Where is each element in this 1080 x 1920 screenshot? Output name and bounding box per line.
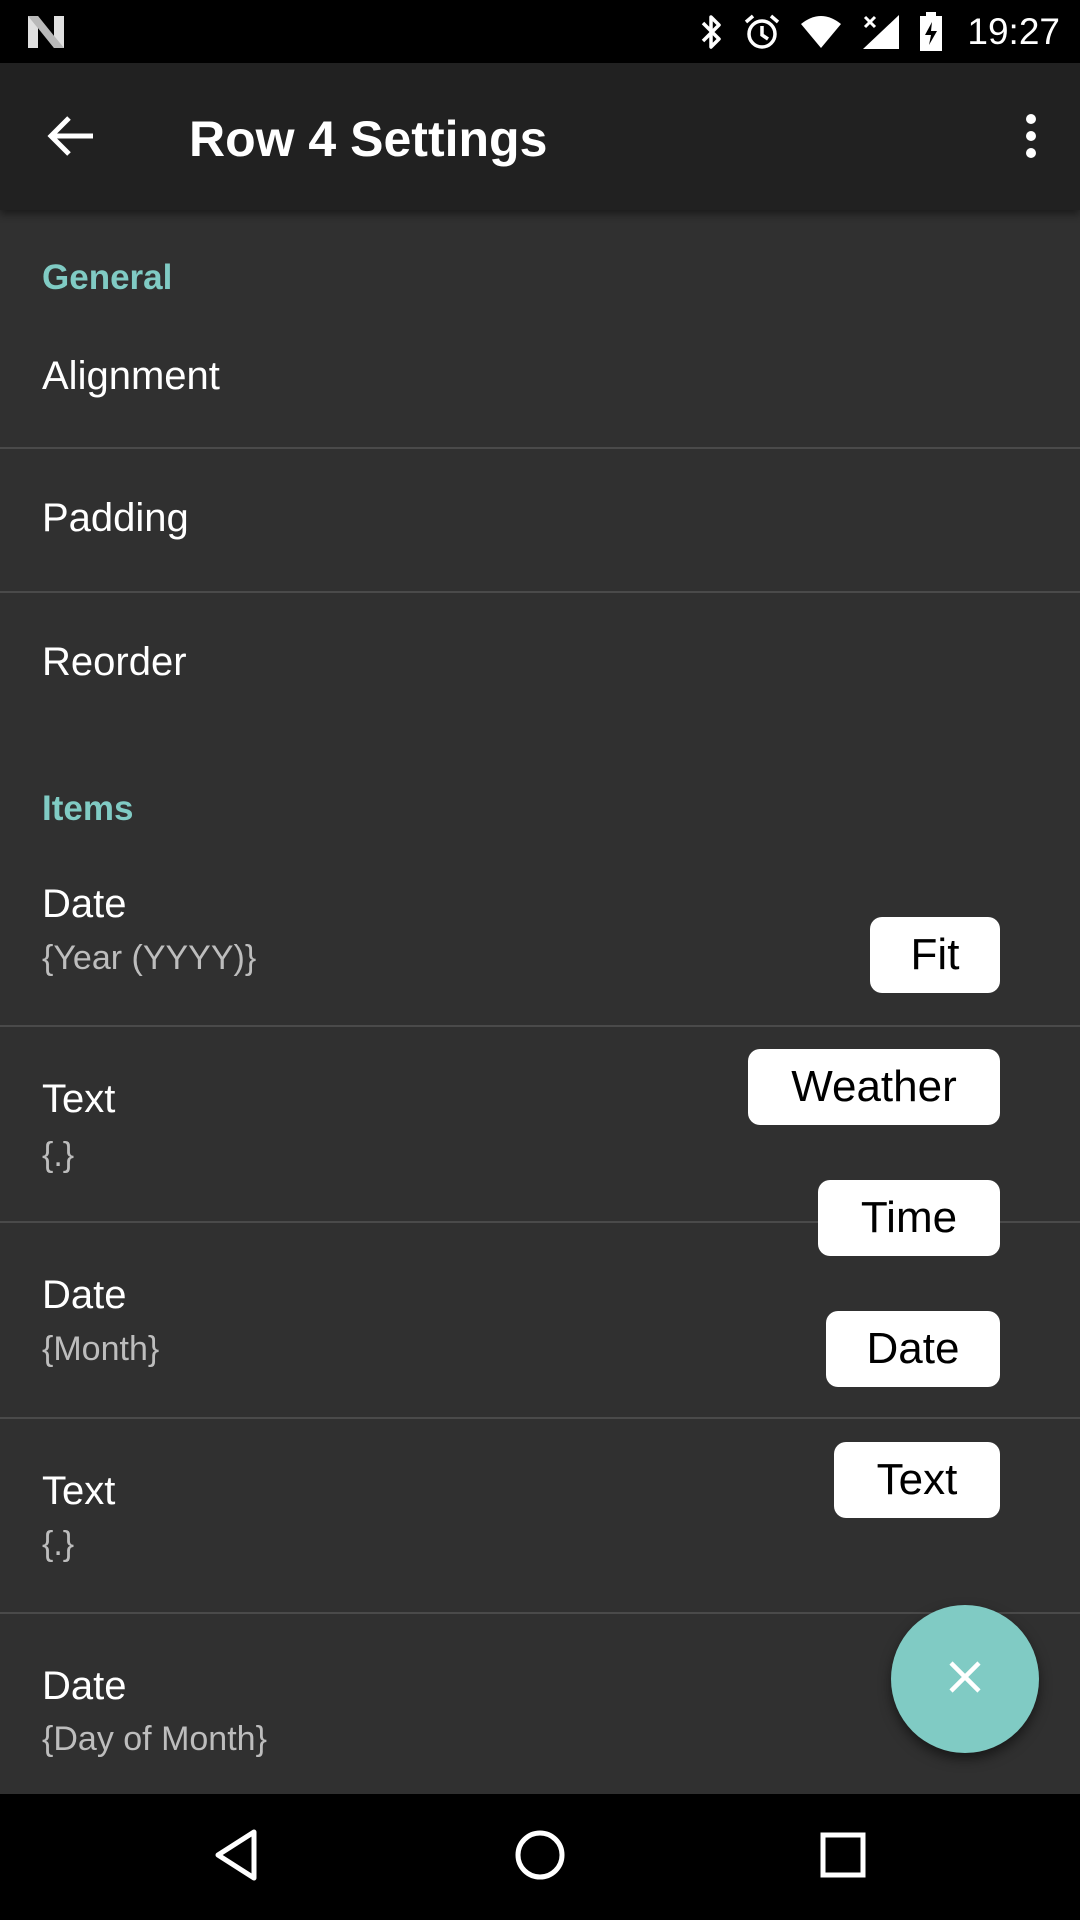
- nav-back-icon: [212, 1828, 260, 1886]
- pref-alignment[interactable]: Alignment: [0, 332, 1080, 448]
- bluetooth-icon: [699, 13, 725, 51]
- item-title: Date: [42, 1664, 127, 1708]
- page-title: Row 4 Settings: [189, 111, 548, 167]
- fab-option-weather[interactable]: Weather: [748, 1049, 1000, 1125]
- nav-back-button[interactable]: [201, 1822, 271, 1892]
- item-title: Text: [42, 1077, 116, 1121]
- nav-home-button[interactable]: [505, 1822, 575, 1892]
- item-subtitle: {.}: [42, 1136, 75, 1174]
- wifi-icon: [799, 14, 843, 50]
- nav-recents-icon: [819, 1831, 867, 1883]
- pref-reorder[interactable]: Reorder: [0, 593, 1080, 735]
- more-vert-icon: [1024, 113, 1038, 163]
- app-bar: Row 4 Settings: [0, 63, 1080, 210]
- overflow-menu-button[interactable]: [996, 103, 1066, 173]
- fab-option-time[interactable]: Time: [818, 1180, 1000, 1256]
- item-subtitle: {Month}: [42, 1330, 160, 1368]
- fab-option-date[interactable]: Date: [826, 1311, 1000, 1387]
- item-subtitle: {Day of Month}: [42, 1720, 267, 1758]
- n-logo-icon: [26, 14, 66, 50]
- section-header-general: General: [42, 258, 173, 297]
- close-icon: [948, 1660, 982, 1698]
- pref-title: Reorder: [42, 640, 187, 684]
- signal-no-data-icon: [861, 13, 901, 51]
- arrow-back-icon: [47, 114, 95, 162]
- nav-recents-button[interactable]: [808, 1822, 878, 1892]
- alarm-icon: [743, 13, 781, 51]
- battery-charging-icon: [919, 11, 943, 52]
- fab-option-fit[interactable]: Fit: [870, 917, 1000, 993]
- status-bar: 19:27: [0, 0, 1080, 63]
- nav-home-icon: [513, 1828, 567, 1886]
- fab-close-button[interactable]: [891, 1605, 1039, 1753]
- item-title: Date: [42, 882, 127, 926]
- back-button[interactable]: [36, 103, 106, 173]
- pref-title: Padding: [42, 496, 189, 540]
- section-header-items: Items: [42, 789, 134, 828]
- navigation-bar: [0, 1794, 1080, 1920]
- item-title: Text: [42, 1469, 116, 1513]
- status-time: 19:27: [967, 10, 1060, 52]
- pref-title: Alignment: [42, 354, 220, 398]
- fab-option-text[interactable]: Text: [834, 1442, 1000, 1518]
- item-subtitle: {.}: [42, 1525, 75, 1563]
- pref-padding[interactable]: Padding: [0, 449, 1080, 591]
- item-subtitle: {Year (YYYY)}: [42, 939, 257, 977]
- item-title: Date: [42, 1273, 127, 1317]
